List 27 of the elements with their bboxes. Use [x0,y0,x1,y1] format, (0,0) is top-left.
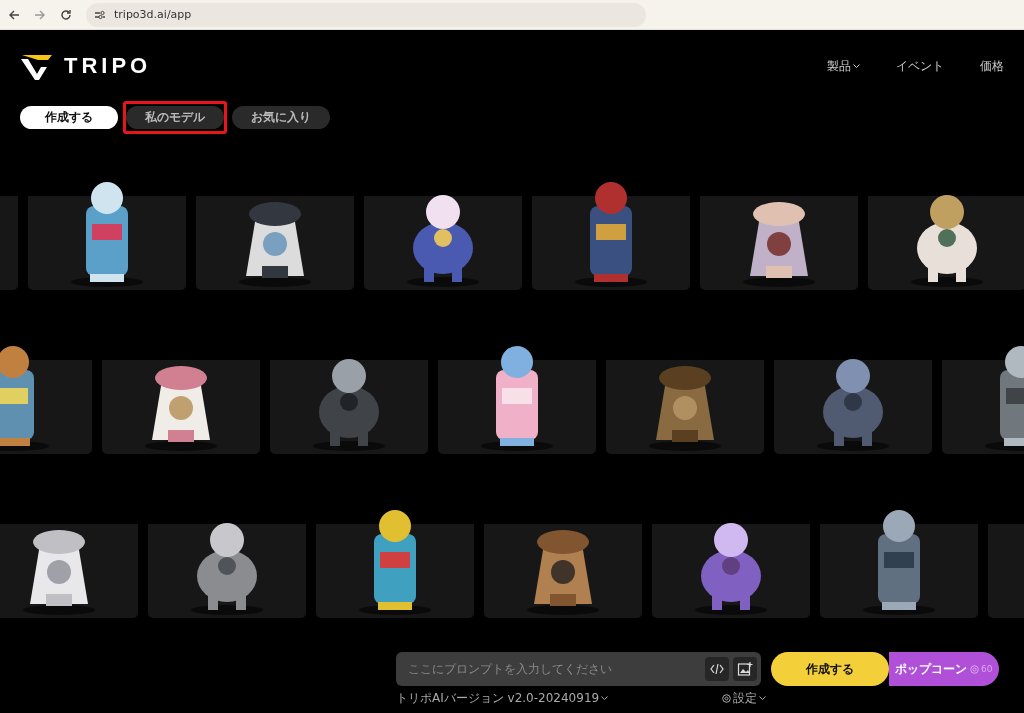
nav-link[interactable]: 製品 [827,57,860,75]
nav-link[interactable]: イベント [896,57,944,75]
coin-icon [970,664,979,674]
chevron-icon [601,696,609,701]
reload-icon[interactable] [60,8,72,21]
chevron-icon [759,696,766,701]
site-info-icon[interactable] [94,9,106,20]
nav-link[interactable]: 価格 [980,57,1004,75]
credit-count: 60 [981,664,993,674]
image-upload-button[interactable] [733,657,757,681]
settings-icon [722,694,731,703]
logo-text[interactable]: TRIPO [64,53,152,79]
popcorn-button[interactable]: ポップコーン 60 [889,652,999,686]
back-icon[interactable] [8,8,20,21]
forward-icon[interactable] [34,8,46,21]
code-button[interactable] [705,657,729,681]
url-text[interactable]: tripo3d.ai/app [114,8,192,21]
create-button[interactable]: 作成する [771,652,889,686]
tab[interactable]: お気に入り [232,106,330,129]
prompt-field[interactable]: ここにプロンプトを入力してください [396,652,761,686]
code-icon [710,663,724,675]
settings-button[interactable]: 設定 [722,690,766,707]
tab[interactable]: 私のモデル [126,106,224,129]
version-selector[interactable]: トリポAIバージョン v2.0-20240919 [396,690,609,707]
image-plus-icon [737,661,753,677]
prompt-input[interactable]: ここにプロンプトを入力してください [406,661,701,677]
tab[interactable]: 作成する [20,106,118,129]
